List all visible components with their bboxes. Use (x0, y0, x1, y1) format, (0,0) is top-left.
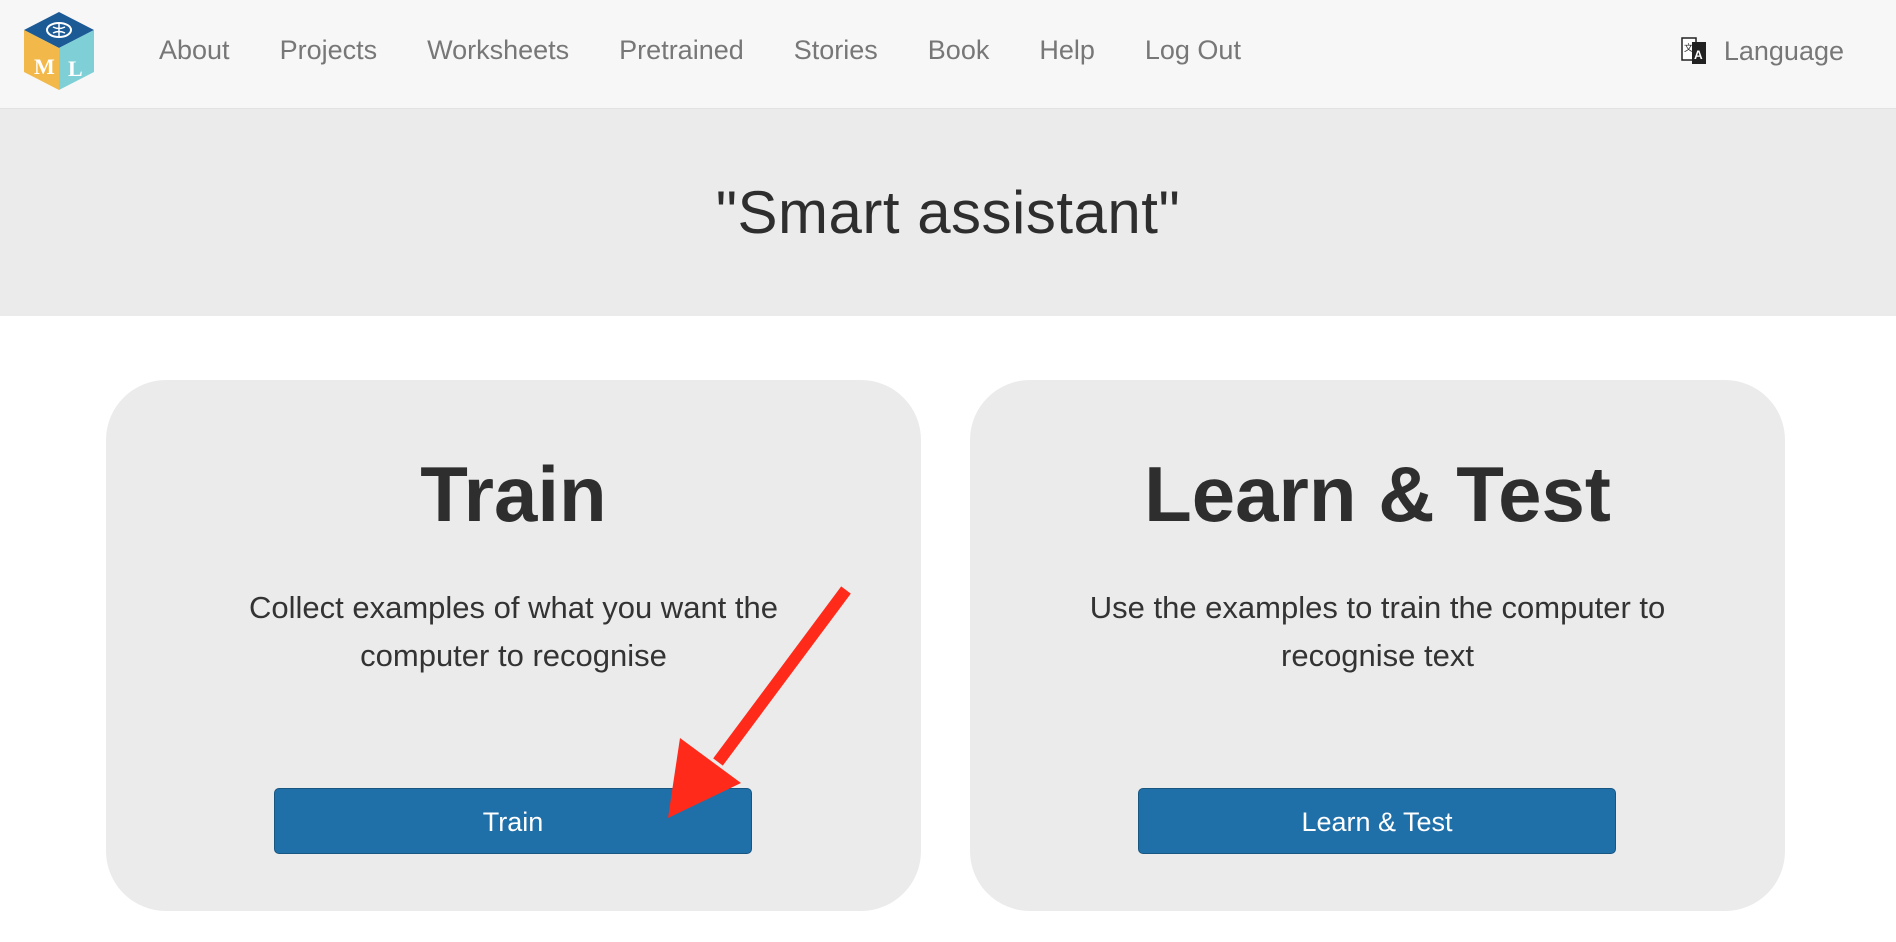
learn-test-card: Learn & Test Use the examples to train t… (970, 380, 1785, 911)
learn-test-button[interactable]: Learn & Test (1138, 788, 1616, 854)
nav-item-stories[interactable]: Stories (769, 0, 903, 100)
translate-icon: A 文 (1680, 34, 1708, 68)
nav-item-book[interactable]: Book (903, 0, 1015, 100)
navbar: M L About Projects Worksheets Pretrained… (0, 0, 1896, 109)
ml-logo-icon[interactable]: M L (22, 10, 96, 92)
logo-letter-m: M (34, 54, 55, 79)
language-label: Language (1723, 35, 1844, 66)
nav-item-help[interactable]: Help (1014, 0, 1120, 100)
nav-item-about[interactable]: About (134, 0, 255, 100)
svg-text:A: A (1694, 48, 1703, 62)
learn-test-card-description: Use the examples to train the computer t… (1089, 590, 1666, 673)
project-header: "Smart assistant" (0, 109, 1896, 316)
train-card: Train Collect examples of what you want … (106, 380, 921, 911)
language-selector[interactable]: A 文 Language (1680, 0, 1844, 102)
nav-item-log-out[interactable]: Log Out (1120, 0, 1266, 100)
train-card-heading: Train (420, 450, 607, 538)
train-button[interactable]: Train (274, 788, 752, 854)
svg-text:文: 文 (1684, 42, 1693, 54)
nav-item-worksheets[interactable]: Worksheets (402, 0, 594, 100)
logo-letter-l: L (68, 56, 83, 81)
learn-test-card-heading: Learn & Test (1144, 450, 1611, 538)
nav-menu: About Projects Worksheets Pretrained Sto… (134, 0, 1266, 100)
nav-item-pretrained[interactable]: Pretrained (594, 0, 769, 100)
nav-item-projects[interactable]: Projects (255, 0, 403, 100)
page-title: "Smart assistant" (715, 179, 1181, 246)
train-card-description: Collect examples of what you want the co… (249, 590, 778, 673)
